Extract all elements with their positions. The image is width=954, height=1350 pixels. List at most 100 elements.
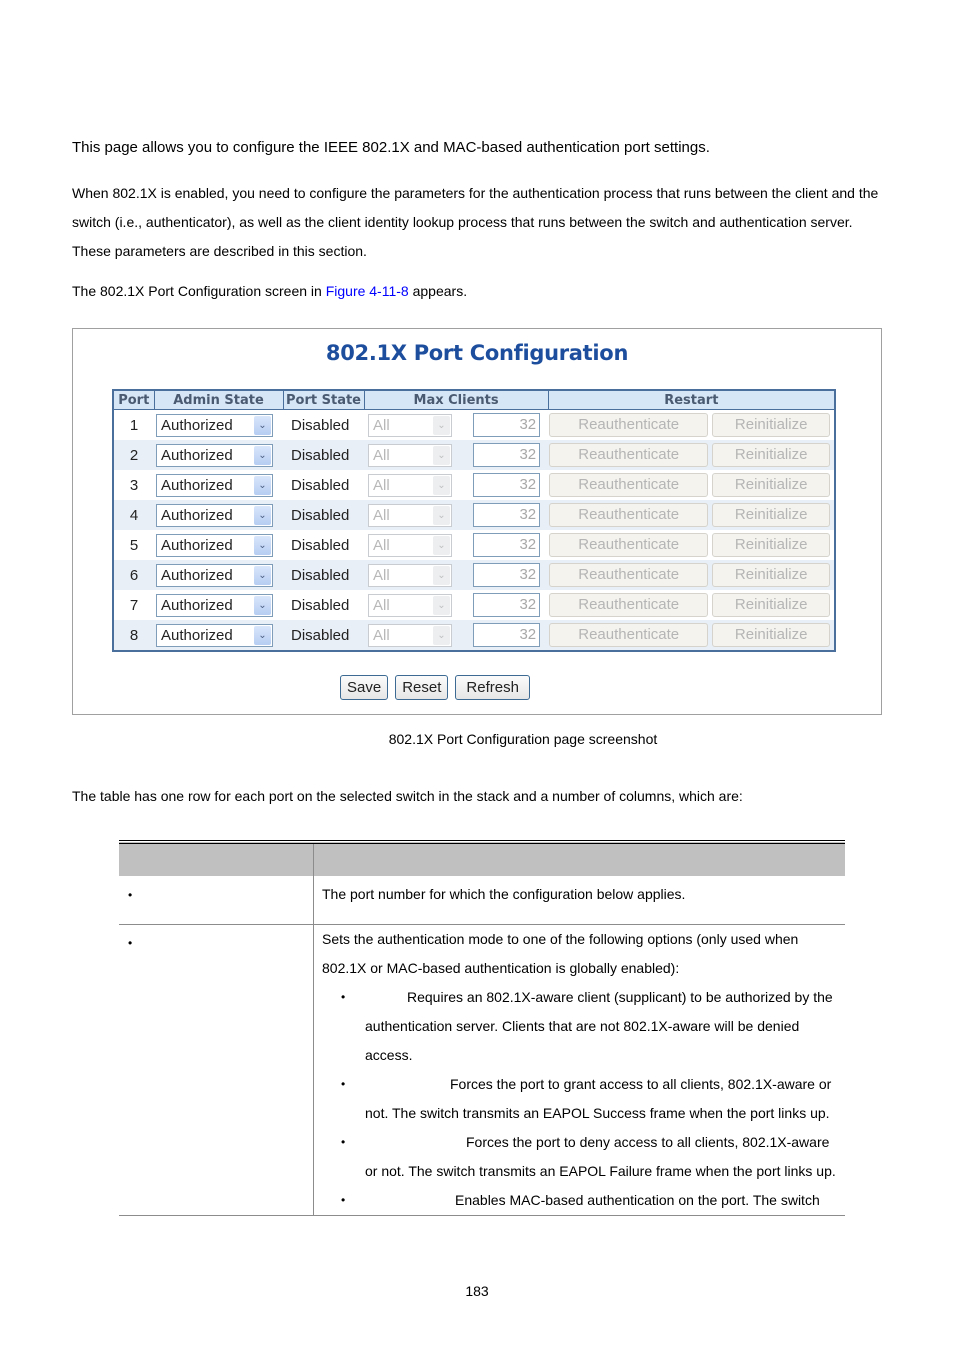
chevron-down-icon: ⌄	[433, 535, 450, 555]
admin-state-select[interactable]: Authorized ⌄	[156, 563, 273, 587]
figure-caption: 802.1X Port Configuration page screensho…	[388, 731, 658, 747]
chevron-down-icon: ⌄	[254, 445, 271, 465]
port-row: 6 Authorized ⌄ Disabled All ⌄ 32 Reauthenticate…	[113, 560, 835, 590]
port-state: Disabled	[283, 590, 364, 620]
max-clients-input[interactable]: 32	[473, 533, 541, 557]
port-number: 1	[113, 409, 154, 440]
figure-ref-after: appears.	[408, 283, 468, 299]
header-restart: Restart	[547, 390, 836, 410]
mode-select[interactable]: All ⌄	[368, 563, 452, 587]
admin-state-select[interactable]: Authorized ⌄	[156, 593, 273, 617]
mode-select[interactable]: All ⌄	[368, 533, 452, 557]
port-row: 8 Authorized ⌄ Disabled All ⌄ 32 Reauthenticate…	[113, 620, 835, 651]
reinitialize-button[interactable]: Reinitialize	[712, 503, 831, 527]
option-item: • Forces the port to grant access to all …	[341, 1070, 845, 1128]
chevron-down-icon: ⌄	[254, 505, 271, 525]
reinitialize-button[interactable]: Reinitialize	[712, 623, 831, 647]
screenshot-figure: 802.1X Port Configuration Port Admin Sta…	[72, 328, 882, 715]
desc-header-object	[119, 840, 314, 876]
admin-state-select[interactable]: Authorized ⌄	[156, 623, 273, 647]
admin-state-options: • Requires an 802.1X-aware client (suppli…	[322, 983, 845, 1215]
mode-select[interactable]: All ⌄	[368, 503, 452, 527]
reauthenticate-button[interactable]: Reauthenticate	[549, 563, 709, 587]
admin-state-select[interactable]: Authorized ⌄	[156, 503, 273, 527]
port-number: 3	[113, 470, 154, 500]
button-row: Save Reset Refresh	[340, 675, 530, 700]
mode-select[interactable]: All ⌄	[368, 413, 452, 437]
mode-select[interactable]: All ⌄	[368, 443, 452, 467]
port-state: Disabled	[283, 560, 364, 590]
chevron-down-icon: ⌄	[433, 625, 450, 645]
table-intro-text: The table has one row for each port on t…	[72, 788, 743, 804]
max-clients-input[interactable]: 32	[473, 563, 541, 587]
reinitialize-button[interactable]: Reinitialize	[712, 473, 831, 497]
chevron-down-icon: ⌄	[254, 475, 271, 495]
desc-admin-state-text: Sets the authentication mode to one of t…	[322, 931, 799, 976]
port-row: 7 Authorized ⌄ Disabled All ⌄ 32 Reauthenticate…	[113, 590, 835, 620]
port-config-table: Port Admin State Port State Max Clients …	[112, 389, 836, 652]
description-table: • The port number for which the configur…	[119, 840, 845, 1216]
max-clients-input[interactable]: 32	[473, 593, 541, 617]
reauthenticate-button[interactable]: Reauthenticate	[549, 503, 709, 527]
port-state: Disabled	[283, 470, 364, 500]
desc-row-port: • The port number for which the configur…	[119, 876, 845, 925]
reinitialize-button[interactable]: Reinitialize	[712, 563, 831, 587]
bullet-icon: •	[341, 1077, 346, 1091]
reset-button[interactable]: Reset	[395, 675, 449, 700]
option-item: • Requires an 802.1X-aware client (suppli…	[341, 983, 845, 1070]
port-state: Disabled	[283, 530, 364, 560]
reauthenticate-button[interactable]: Reauthenticate	[549, 473, 709, 497]
reauthenticate-button[interactable]: Reauthenticate	[549, 623, 709, 647]
header-admin-state: Admin State	[153, 390, 284, 410]
chevron-down-icon: ⌄	[254, 535, 271, 555]
max-clients-input[interactable]: 32	[473, 443, 541, 467]
figure-link[interactable]: Figure 4-11-8	[326, 283, 409, 299]
port-number: 8	[113, 620, 154, 651]
max-clients-input[interactable]: 32	[473, 413, 541, 437]
chevron-down-icon: ⌄	[254, 625, 271, 645]
bullet-icon: •	[341, 990, 346, 1004]
max-clients-input[interactable]: 32	[473, 473, 541, 497]
mode-select[interactable]: All ⌄	[368, 473, 452, 497]
chevron-down-icon: ⌄	[433, 475, 450, 495]
admin-state-select[interactable]: Authorized ⌄	[156, 533, 273, 557]
save-button[interactable]: Save	[340, 675, 389, 700]
reinitialize-button[interactable]: Reinitialize	[712, 443, 831, 467]
max-clients-input[interactable]: 32	[473, 503, 541, 527]
port-number: 6	[113, 560, 154, 590]
chevron-down-icon: ⌄	[433, 565, 450, 585]
reauthenticate-button[interactable]: Reauthenticate	[549, 533, 709, 557]
bullet-icon: •	[341, 1193, 346, 1207]
max-clients-input[interactable]: 32	[473, 623, 541, 647]
chevron-down-icon: ⌄	[254, 415, 271, 435]
intro-text: This page allows you to configure the IE…	[72, 139, 710, 156]
figure-ref-before: The 802.1X Port Configuration screen in	[72, 283, 326, 299]
port-row: 2 Authorized ⌄ Disabled All ⌄ 32 Reauthenticate…	[113, 440, 835, 470]
reinitialize-button[interactable]: Reinitialize	[712, 593, 831, 617]
mode-select[interactable]: All ⌄	[368, 623, 452, 647]
port-state: Disabled	[283, 440, 364, 470]
reinitialize-button[interactable]: Reinitialize	[712, 413, 831, 437]
bullet-icon: •	[341, 1135, 346, 1149]
reauthenticate-button[interactable]: Reauthenticate	[549, 413, 709, 437]
admin-state-select[interactable]: Authorized ⌄	[156, 473, 273, 497]
bullet-icon: •	[128, 888, 133, 902]
mode-select[interactable]: All ⌄	[368, 593, 452, 617]
port-number: 2	[113, 440, 154, 470]
admin-state-select[interactable]: Authorized ⌄	[156, 413, 273, 437]
chevron-down-icon: ⌄	[254, 565, 271, 585]
desc-header-description	[313, 840, 845, 876]
bullet-icon: •	[128, 936, 133, 950]
chevron-down-icon: ⌄	[433, 505, 450, 525]
reauthenticate-button[interactable]: Reauthenticate	[549, 593, 709, 617]
figure-reference: The 802.1X Port Configuration screen in …	[72, 283, 467, 299]
header-max-clients: Max Clients	[363, 390, 549, 410]
port-row: 1 Authorized ⌄ Disabled All ⌄ 32 Reauthenticate…	[113, 409, 835, 440]
chevron-down-icon: ⌄	[433, 415, 450, 435]
admin-state-select[interactable]: Authorized ⌄	[156, 443, 273, 467]
port-number: 7	[113, 590, 154, 620]
port-row: 3 Authorized ⌄ Disabled All ⌄ 32 Reauthenticate…	[113, 470, 835, 500]
reinitialize-button[interactable]: Reinitialize	[712, 533, 831, 557]
refresh-button[interactable]: Refresh	[455, 675, 530, 700]
reauthenticate-button[interactable]: Reauthenticate	[549, 443, 709, 467]
